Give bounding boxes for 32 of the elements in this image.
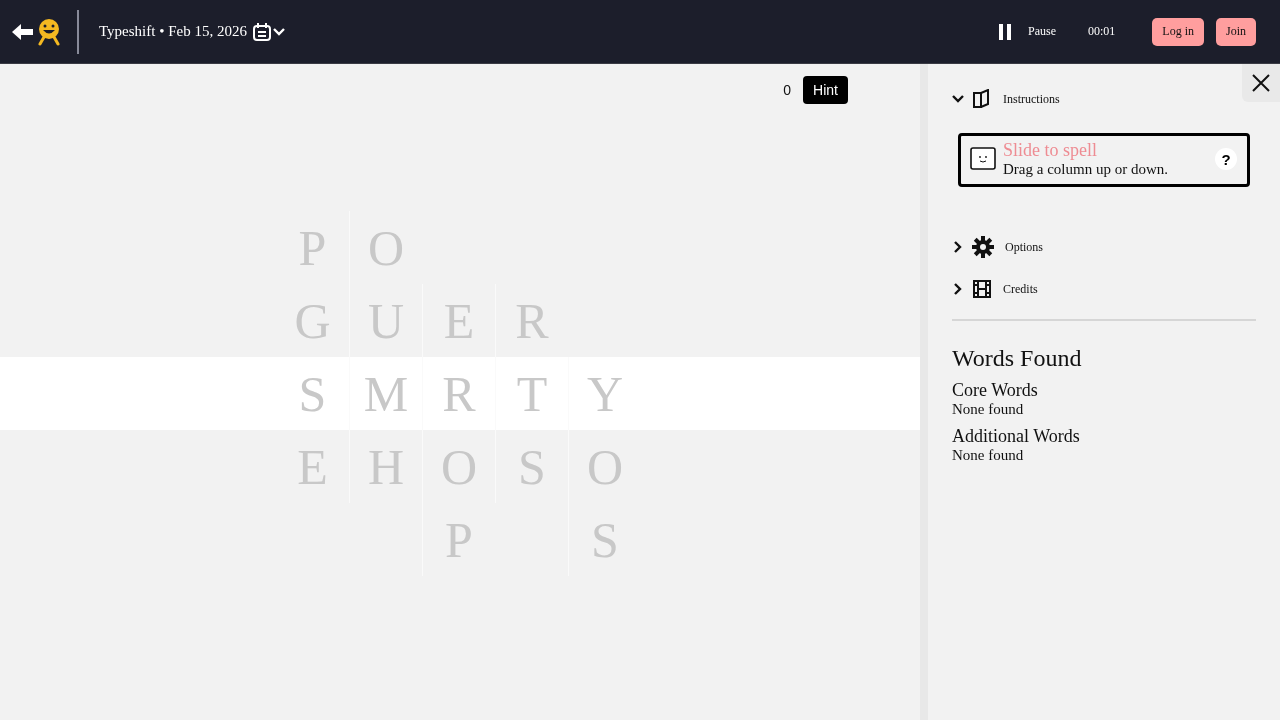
empty-message: None found — [952, 401, 1025, 418]
timer: 00:01 — [1087, 24, 1116, 39]
puzzle-title: Typeshift • Feb 15, 2026 — [99, 23, 247, 40]
pause-icon — [997, 23, 1012, 40]
word-group-heading: Additional Words — [952, 426, 1081, 447]
section-label[interactable]: Credits — [1003, 281, 1038, 297]
join-button[interactable]: Join — [1216, 17, 1256, 46]
calendar-icon[interactable] — [251, 21, 272, 42]
chevron-down-icon[interactable] — [952, 93, 964, 105]
chevron-right-icon[interactable] — [952, 283, 964, 295]
instruction-title: Slide to spell — [1003, 140, 1098, 161]
help-button[interactable]: ? — [1215, 148, 1237, 170]
back-arrow-icon[interactable] — [12, 22, 34, 41]
section-label[interactable]: Options — [1005, 239, 1043, 255]
words-found-heading: Words Found — [952, 345, 1083, 372]
settings-icon — [972, 236, 994, 258]
pause-button[interactable]: Pause — [997, 23, 1056, 40]
book-icon — [972, 89, 992, 109]
close-icon — [1252, 74, 1270, 92]
instruction-text: Drag a column up or down. — [1003, 161, 1169, 178]
smiling-tile-icon — [969, 146, 997, 172]
film-icon — [972, 279, 992, 299]
section-label[interactable]: Instructions — [1003, 91, 1060, 107]
chevron-down-icon[interactable] — [271, 26, 286, 37]
login-button[interactable]: Log in — [1152, 17, 1204, 46]
smiley-mascot-icon — [36, 17, 62, 46]
hint-count: 0 — [783, 82, 792, 98]
empty-message: None found — [952, 447, 1025, 464]
word-group-heading: Core Words — [952, 380, 1039, 401]
close-button[interactable] — [1242, 64, 1280, 102]
chevron-right-icon[interactable] — [952, 241, 964, 253]
hint-button[interactable]: Hint — [803, 76, 848, 104]
